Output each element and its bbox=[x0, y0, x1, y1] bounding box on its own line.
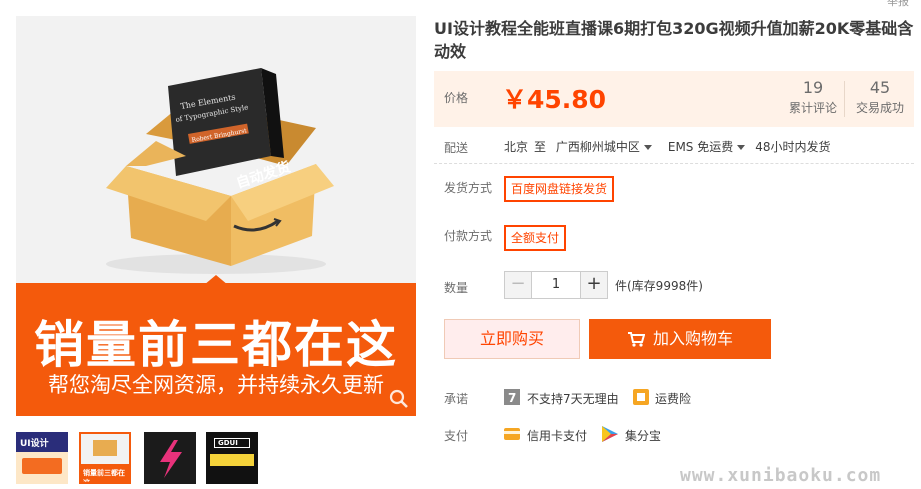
banner-subline: 帮您淘尽全网资源，并持续永久更新 bbox=[48, 373, 384, 397]
sales-stat: 45 交易成功 bbox=[850, 78, 910, 118]
chevron-down-icon bbox=[737, 145, 746, 150]
price-panel: 价格 ￥45.80 19 累计评论 45 交易成功 bbox=[434, 71, 914, 127]
quantity-input[interactable]: 1 bbox=[532, 271, 580, 299]
delivery-label: 发货方式 bbox=[444, 181, 493, 195]
shipping-method-select[interactable]: EMS 免运费 bbox=[668, 140, 755, 154]
quantity-increase-button[interactable]: + bbox=[580, 271, 608, 299]
stat-divider bbox=[844, 81, 845, 117]
delivery-option[interactable]: 百度网盘链接发货 bbox=[504, 176, 615, 202]
ship-time: 48小时内发货 bbox=[755, 140, 831, 154]
quantity-decrease-button[interactable]: − bbox=[504, 271, 532, 299]
promo-banner: 销量前三都在这 帮您淘尽全网资源，并持续永久更新 bbox=[16, 283, 416, 416]
no-return-icon: 7 bbox=[504, 389, 520, 405]
promise-shipping-insurance[interactable]: 运费险 bbox=[655, 390, 691, 407]
quantity-label: 数量 bbox=[444, 281, 469, 295]
reviews-label: 累计评论 bbox=[788, 101, 837, 115]
watermark: www.xunibaoku.com bbox=[680, 465, 882, 486]
shipping-row: 北京至 广西柳州城中区 EMS 免运费 48小时内发货 bbox=[504, 138, 837, 155]
shipping-insurance-icon bbox=[633, 389, 649, 405]
banner-headline: 销量前三都在这 bbox=[34, 316, 398, 374]
credit-card-icon bbox=[504, 428, 520, 440]
buy-now-button[interactable]: 立即购买 bbox=[444, 319, 580, 359]
payment-type-option[interactable]: 全额支付 bbox=[504, 225, 567, 251]
chevron-down-icon bbox=[643, 145, 652, 150]
zoom-icon[interactable] bbox=[388, 388, 410, 410]
promise-no-return[interactable]: 不支持7天无理由 bbox=[527, 390, 619, 407]
add-to-cart-label: 加入购物车 bbox=[652, 329, 733, 348]
destination-value: 广西柳州城中区 bbox=[555, 140, 640, 154]
cart-icon bbox=[627, 332, 646, 347]
price-value: ￥45.80 bbox=[502, 85, 607, 114]
shipping-method-value: EMS 免运费 bbox=[667, 140, 734, 154]
pay-jifenbao[interactable]: 集分宝 bbox=[625, 427, 661, 444]
product-title: UI设计教程全能班直播课6期打包320G视频升值加薪20K零基础含动效 bbox=[434, 19, 914, 61]
add-to-cart-button[interactable]: 加入购物车 bbox=[589, 319, 771, 359]
main-product-image[interactable]: The Elements of Typographic Style Robert… bbox=[16, 16, 416, 416]
divider bbox=[434, 163, 914, 164]
price-label: 价格 bbox=[444, 91, 469, 105]
ship-from: 北京 bbox=[504, 140, 529, 154]
svg-text:7: 7 bbox=[508, 391, 516, 405]
box-illustration: The Elements of Typographic Style Robert… bbox=[106, 68, 334, 274]
pay-credit-card[interactable]: 信用卡支付 bbox=[527, 427, 587, 444]
quantity-stepper: − 1 + bbox=[504, 271, 608, 299]
thumbnail-3[interactable] bbox=[144, 432, 196, 484]
jifenbao-icon bbox=[602, 426, 618, 442]
destination-select[interactable]: 广西柳州城中区 bbox=[556, 140, 662, 154]
shipping-label: 配送 bbox=[444, 141, 469, 155]
thumbnail-1[interactable]: UI设计 bbox=[16, 432, 68, 484]
report-link[interactable]: 举报 bbox=[887, 0, 909, 9]
pay-label: 支付 bbox=[444, 429, 469, 443]
reviews-count: 19 bbox=[802, 78, 824, 97]
reviews-stat[interactable]: 19 累计评论 bbox=[780, 78, 846, 118]
payment-type-label: 付款方式 bbox=[444, 229, 493, 243]
thumbnail-4[interactable]: GDUI bbox=[206, 432, 258, 484]
ship-to-word: 至 bbox=[534, 140, 547, 154]
sales-label: 交易成功 bbox=[855, 101, 904, 115]
sales-count: 45 bbox=[869, 78, 891, 97]
promise-label: 承诺 bbox=[444, 392, 469, 406]
stock-info: 件(库存9998件) bbox=[615, 279, 703, 293]
thumbnail-2[interactable]: 销量前三都在这 bbox=[79, 432, 131, 484]
